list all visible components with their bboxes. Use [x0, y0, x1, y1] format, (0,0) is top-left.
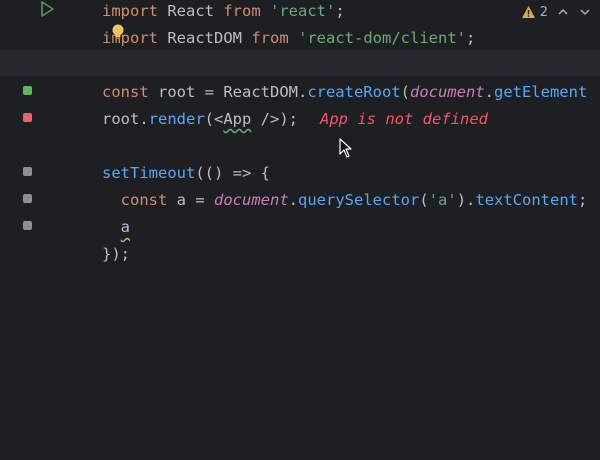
identifier: a	[120, 218, 131, 236]
function-call: render	[148, 110, 205, 128]
string-literal: 'a'	[428, 191, 457, 209]
code-line-8[interactable]: const a = document.querySelector('a').te…	[102, 189, 588, 216]
code-line-1[interactable]: import React from 'react';	[102, 0, 345, 27]
punctuation: (<	[204, 110, 224, 128]
code-line-4[interactable]: const root = ReactDOM.createRoot(documen…	[102, 81, 587, 108]
gutter-marker-green	[23, 86, 32, 95]
keyword: import	[102, 2, 158, 20]
jsx-component-name: App	[223, 110, 252, 128]
global-identifier: document	[214, 191, 289, 209]
function-call: querySelector	[298, 191, 420, 209]
identifier: root.	[102, 110, 149, 128]
gutter-marker-gray	[23, 167, 32, 176]
punctuation: ;	[578, 191, 588, 209]
keyword: const	[102, 83, 149, 101]
punctuation: });	[102, 245, 130, 263]
property: textContent	[475, 191, 579, 209]
inline-error-hint: App is not defined	[320, 110, 488, 128]
string-literal: 'react'	[270, 2, 336, 20]
keyword: const	[120, 191, 168, 209]
lightbulb-icon[interactable]	[111, 24, 125, 40]
keyword: from	[223, 2, 261, 20]
punctuation: ).	[456, 191, 476, 209]
gutter-marker-gray	[23, 221, 32, 230]
inspection-widget: 2	[521, 2, 592, 22]
punctuation: (	[419, 191, 429, 209]
chevron-down-icon[interactable]	[578, 5, 592, 19]
warning-triangle-icon	[521, 6, 535, 18]
gutter-marker-red	[23, 113, 32, 122]
code-editor[interactable]: import React from 'react'; import ReactD…	[102, 0, 600, 460]
punctuation: ;	[335, 2, 345, 20]
global-identifier: document	[409, 83, 485, 101]
mouse-cursor-icon	[339, 138, 352, 158]
function-call: getElement	[493, 83, 588, 101]
run-icon[interactable]	[38, 0, 56, 18]
code-line-7[interactable]: setTimeout(() => {	[102, 162, 270, 189]
code-line-10[interactable]: });	[102, 243, 130, 270]
chevron-up-icon[interactable]	[556, 5, 570, 19]
warnings-count: 2	[539, 4, 548, 20]
identifier: a =	[167, 191, 215, 209]
punctuation: ;	[466, 29, 476, 47]
warnings-indicator[interactable]: 2	[521, 5, 548, 20]
punctuation: .	[288, 191, 299, 209]
gutter-marker-gray	[23, 194, 32, 203]
function-call: createRoot	[307, 83, 401, 101]
identifier: root = ReactDOM.	[148, 83, 308, 101]
keyword: from	[251, 29, 289, 47]
code-line-2[interactable]: import ReactDOM from 'react-dom/client';	[102, 27, 475, 54]
punctuation: (	[400, 83, 410, 101]
function-call: setTimeout	[102, 164, 196, 182]
punctuation: (() => {	[195, 164, 270, 182]
keyword: i	[102, 29, 112, 47]
punctuation: .	[484, 83, 494, 101]
identifier: React	[158, 2, 224, 20]
code-line-5[interactable]: root.render(<App />); App is not defined	[102, 108, 488, 135]
string-literal: 'react-dom/client'	[298, 29, 466, 47]
code-line-9[interactable]: a	[102, 216, 130, 243]
punctuation: />);	[251, 110, 299, 128]
identifier: ReactDOM	[158, 29, 252, 47]
